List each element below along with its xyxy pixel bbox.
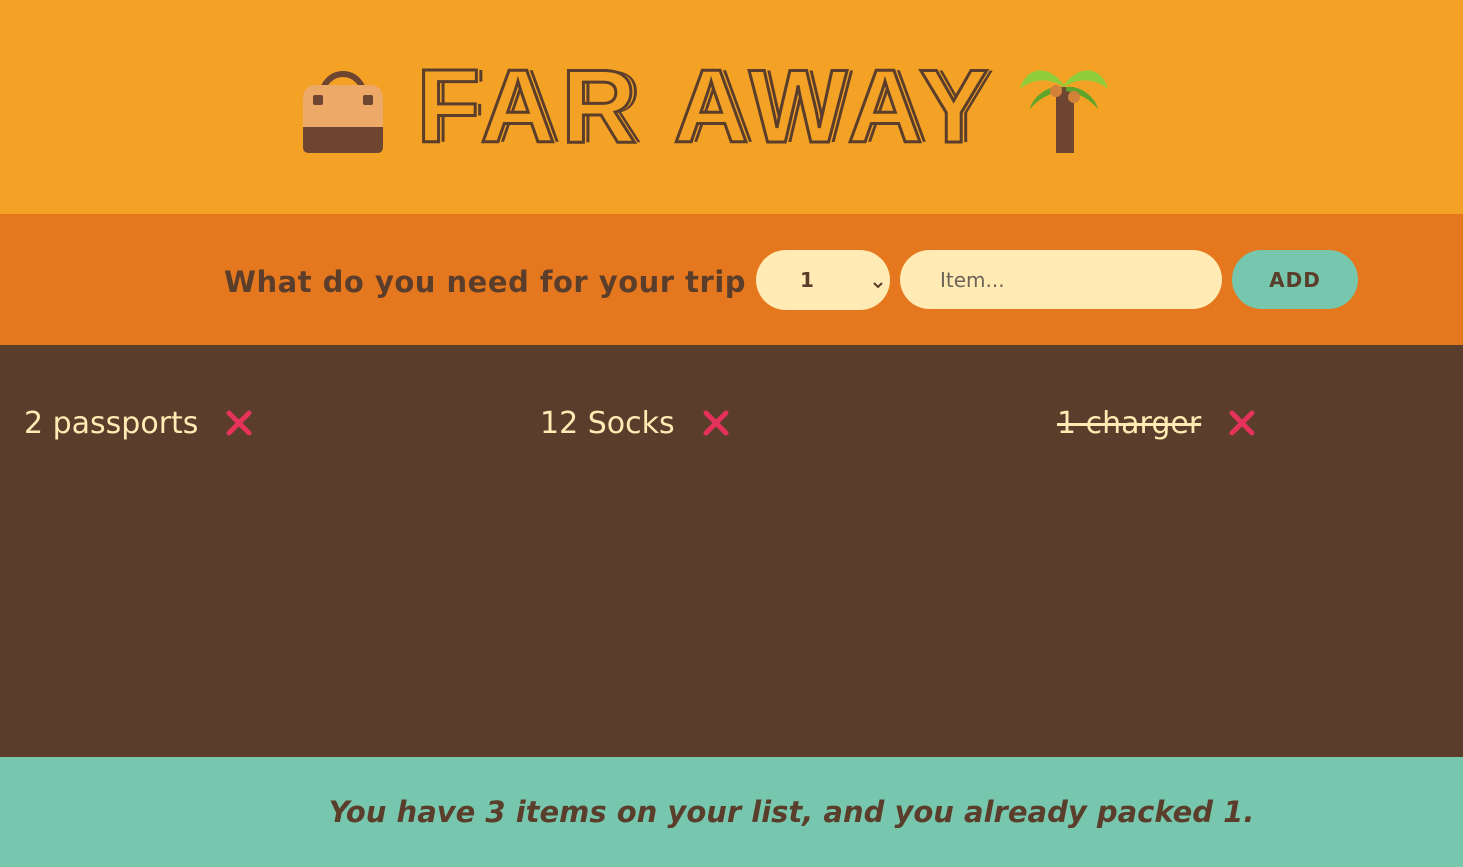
logo: FAR AWAY <box>293 49 1111 165</box>
add-item-form: What do you need for your trip 1 ADD <box>0 214 1463 345</box>
handbag-icon <box>293 55 393 159</box>
remove-icon[interactable] <box>703 409 729 444</box>
stats-text: You have 3 items on your list, and you a… <box>328 795 1255 829</box>
chevron-down-icon <box>872 271 884 295</box>
app-header: FAR AWAY <box>0 0 1463 214</box>
item-input[interactable] <box>900 250 1222 309</box>
packing-list: 2 passports 12 Socks 1 charger <box>0 345 1463 757</box>
list-item[interactable]: 2 passports <box>24 403 252 444</box>
remove-icon[interactable] <box>226 409 252 444</box>
stats-footer: You have 3 items on your list, and you a… <box>0 757 1463 867</box>
form-question: What do you need for your trip <box>224 262 799 303</box>
list-item[interactable]: 1 charger <box>1057 403 1255 444</box>
item-text: 12 Socks <box>540 406 675 441</box>
quantity-select[interactable]: 1 <box>756 250 890 310</box>
palm-tree-icon <box>1018 55 1110 159</box>
item-text: 1 charger <box>1057 406 1202 441</box>
remove-icon[interactable] <box>1229 409 1255 444</box>
item-text: 2 passports <box>24 406 199 441</box>
list-item[interactable]: 12 Socks <box>540 403 729 444</box>
add-button[interactable]: ADD <box>1232 250 1358 309</box>
app-title: FAR AWAY <box>415 49 995 165</box>
